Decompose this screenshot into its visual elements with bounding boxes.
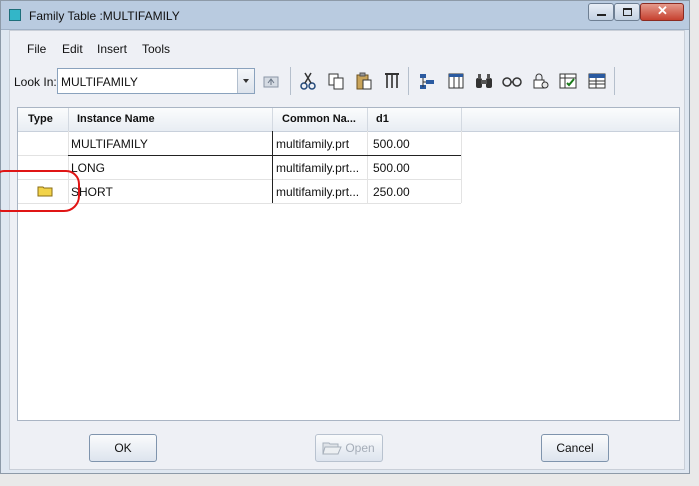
open-folder-icon	[322, 442, 342, 455]
menu-file[interactable]: File	[27, 42, 46, 56]
menu-edit[interactable]: Edit	[62, 42, 83, 56]
look-in-label: Look In:	[14, 75, 57, 89]
table-row[interactable]: SHORT multifamily.prt... 250.00	[18, 179, 461, 204]
header-instance-name[interactable]: Instance Name	[77, 113, 155, 125]
window-title: Family Table :MULTIFAMILY	[29, 9, 180, 23]
maximize-button[interactable]	[614, 3, 640, 21]
close-button[interactable]: ✕	[640, 3, 684, 21]
header-d1[interactable]: d1	[376, 113, 389, 125]
cancel-button[interactable]: Cancel	[541, 434, 609, 462]
binoculars-icon[interactable]	[474, 71, 494, 91]
toolbar: Look In: MULTIFAMILY	[10, 63, 684, 99]
table-column-icon[interactable]	[446, 71, 466, 91]
minimize-button[interactable]	[588, 3, 614, 21]
toolbar-separator	[290, 67, 291, 95]
cell-d1[interactable]: 250.00	[373, 185, 410, 199]
up-level-icon[interactable]	[261, 71, 281, 91]
grid-line	[68, 155, 461, 156]
chevron-down-icon[interactable]	[237, 69, 254, 93]
table-row[interactable]: MULTIFAMILY multifamily.prt 500.00	[18, 131, 461, 156]
close-icon: ✕	[657, 3, 668, 18]
column-divider[interactable]	[461, 108, 462, 131]
title-bar[interactable]: Family Table :MULTIFAMILY ✕	[1, 1, 689, 30]
cell-common-name[interactable]: multifamily.prt...	[276, 185, 359, 199]
open-label: Open	[345, 441, 375, 455]
edit-table-icon[interactable]	[587, 71, 607, 91]
family-table-grid: Type Instance Name Common Na... d1 MULTI…	[17, 107, 680, 421]
header-type[interactable]: Type	[28, 113, 53, 125]
menu-bar: File Edit Insert Tools	[10, 31, 684, 63]
cell-instance-name[interactable]: LONG	[71, 161, 105, 175]
main-panel: File Edit Insert Tools Look In: MULTIFAM…	[9, 30, 685, 470]
look-in-select[interactable]: MULTIFAMILY	[57, 68, 255, 94]
paste-icon[interactable]	[354, 71, 374, 91]
toolbar-separator	[614, 67, 615, 95]
cell-d1[interactable]: 500.00	[373, 161, 410, 175]
header-common-name[interactable]: Common Na...	[282, 113, 356, 125]
grid-line	[367, 131, 368, 203]
family-table-window: Family Table :MULTIFAMILY ✕ File Edit In…	[0, 0, 690, 474]
column-divider[interactable]	[272, 108, 273, 131]
open-button[interactable]: Open	[315, 434, 383, 462]
red-annotation-mark	[0, 170, 80, 212]
toolbar-separator	[408, 67, 409, 95]
column-divider[interactable]	[367, 108, 368, 131]
tree-icon[interactable]	[417, 71, 437, 91]
grid-line	[461, 131, 462, 203]
verify-table-icon[interactable]	[558, 71, 578, 91]
table-row[interactable]: LONG multifamily.prt... 500.00	[18, 155, 461, 180]
cell-d1[interactable]: 500.00	[373, 137, 410, 151]
app-icon	[9, 9, 21, 21]
lock-icon[interactable]	[530, 71, 550, 91]
cell-common-name[interactable]: multifamily.prt...	[276, 161, 359, 175]
ok-button[interactable]: OK	[89, 434, 157, 462]
cell-instance-name[interactable]: MULTIFAMILY	[71, 137, 148, 151]
cut-icon[interactable]	[298, 71, 318, 91]
look-in-value: MULTIFAMILY	[61, 75, 138, 89]
table-header: Type Instance Name Common Na... d1	[18, 108, 679, 132]
grid-line	[272, 131, 273, 203]
column-divider[interactable]	[68, 108, 69, 131]
copy-icon[interactable]	[326, 71, 346, 91]
menu-insert[interactable]: Insert	[97, 42, 127, 56]
insert-column-icon[interactable]	[382, 71, 402, 91]
cell-common-name[interactable]: multifamily.prt	[276, 137, 349, 151]
menu-tools[interactable]: Tools	[142, 42, 170, 56]
glasses-icon[interactable]	[502, 71, 522, 91]
